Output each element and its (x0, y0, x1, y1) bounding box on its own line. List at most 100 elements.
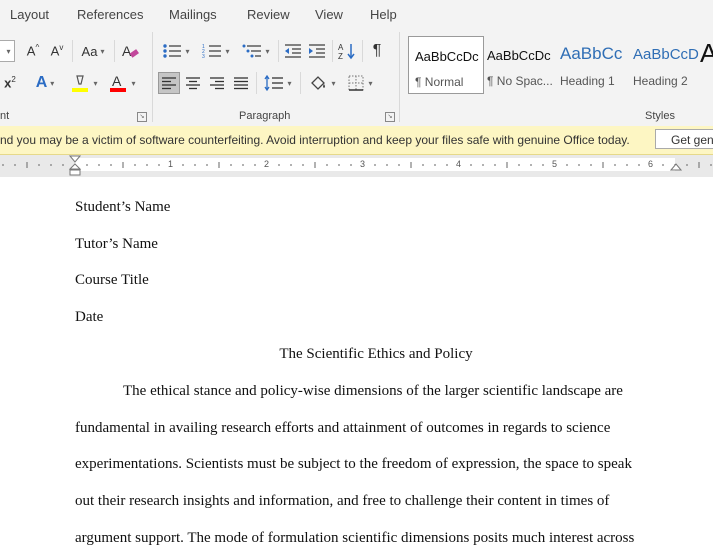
svg-text:Z: Z (338, 52, 343, 60)
student-name-line: Student’s Name (75, 199, 171, 215)
decrease-indent-icon (285, 44, 301, 58)
align-left-icon (162, 77, 176, 90)
get-genuine-office-button[interactable]: Get genu (655, 129, 713, 149)
show-formatting-marks-button[interactable]: ¶ (366, 40, 388, 62)
decrease-indent-button[interactable] (282, 40, 304, 62)
highlight-button[interactable]: ▾ (66, 72, 102, 94)
borders-icon (348, 75, 364, 91)
divider (332, 40, 333, 62)
ruler-number: 5 (552, 159, 558, 169)
tab-help[interactable]: Help (370, 7, 397, 22)
group-divider (152, 32, 153, 122)
numbering-button[interactable]: 1 2 3 ▾ (198, 40, 234, 62)
divider (114, 40, 115, 62)
tab-references[interactable]: References (77, 7, 143, 22)
sort-button[interactable]: AZ (336, 40, 358, 62)
styles-group-label: Styles (645, 110, 675, 122)
align-center-icon (186, 77, 200, 90)
style-heading-1[interactable]: AaBbCc Heading 1 (554, 36, 628, 92)
superscript-button[interactable]: x2 (0, 72, 20, 94)
shrink-font-button[interactable]: Av (46, 40, 68, 62)
ruler-number: 1 (168, 159, 174, 169)
tutor-name-line: Tutor’s Name (75, 236, 158, 252)
chevron-down-icon: ▾ (100, 46, 105, 56)
chevron-down-icon: ▾ (131, 78, 136, 88)
grow-font-icon: A^ (26, 43, 40, 59)
ruler-number: 3 (360, 159, 366, 169)
divider (72, 40, 73, 62)
borders-button[interactable]: ▾ (342, 72, 378, 94)
group-divider (399, 32, 400, 122)
body-line: out their research insights and informat… (75, 493, 610, 509)
font-dialog-launcher-icon[interactable]: ↘ (137, 112, 147, 122)
style-sample: AaBbCcDc (487, 48, 551, 63)
divider (362, 40, 363, 62)
date-line: Date (75, 309, 104, 325)
shading-button[interactable]: ▾ (304, 72, 340, 94)
style-sample: A (700, 38, 713, 68)
increase-indent-button[interactable] (306, 40, 328, 62)
tab-layout[interactable]: Layout (10, 7, 49, 22)
divider (278, 40, 279, 62)
style-name: Heading 1 (560, 74, 615, 88)
text-effects-button[interactable]: A ▾ (28, 72, 62, 94)
style-title[interactable]: A (700, 36, 713, 92)
body-line: fundamental in availing research efforts… (75, 420, 611, 436)
first-line-indent-marker-icon[interactable] (69, 155, 81, 177)
tab-review[interactable]: Review (247, 7, 290, 22)
multilevel-list-icon (242, 44, 262, 58)
font-color-button[interactable]: A ▾ (104, 72, 140, 94)
divider (300, 72, 301, 94)
line-spacing-button[interactable]: ▾ (260, 72, 296, 94)
clear-formatting-button[interactable]: A (118, 40, 142, 62)
bullets-icon (163, 44, 182, 58)
document-title: The Scientific Ethics and Policy (279, 346, 473, 362)
svg-text:3: 3 (202, 54, 205, 59)
tab-view[interactable]: View (315, 7, 343, 22)
svg-text:A: A (112, 73, 122, 89)
body-line: argument support. The mode of formulatio… (75, 530, 635, 546)
style-sample: AaBbCcDc (415, 49, 479, 64)
tab-mailings[interactable]: Mailings (169, 7, 217, 22)
chevron-down-icon: ▾ (185, 46, 190, 56)
grow-font-button[interactable]: A^ (22, 40, 44, 62)
style-heading-2[interactable]: AaBbCcD Heading 2 (627, 36, 701, 92)
bullets-button[interactable]: ▾ (158, 40, 194, 62)
align-right-button[interactable] (206, 72, 228, 94)
align-center-button[interactable] (182, 72, 204, 94)
font-color-icon: A (110, 73, 127, 92)
paragraph-dialog-launcher-icon[interactable]: ↘ (385, 112, 395, 122)
font-size-dropdown[interactable]: ▾ (0, 40, 15, 62)
ruler-ticks (2, 162, 712, 168)
clear-formatting-icon: A (122, 43, 139, 59)
body-line: experimentations. Scientists must be sub… (75, 456, 632, 472)
align-left-button[interactable] (158, 72, 180, 94)
shrink-font-icon: Av (50, 43, 64, 59)
justify-icon (234, 77, 248, 90)
divider (256, 72, 257, 94)
style-sample: AaBbCcD (633, 46, 699, 63)
license-warning-bar: nd you may be a victim of software count… (0, 126, 713, 155)
body-line: The ethical stance and policy-wise dimen… (123, 383, 623, 399)
highlight-swatch (72, 88, 89, 92)
style-no-spacing[interactable]: AaBbCcDc ¶ No Spac... (481, 36, 555, 92)
change-case-button[interactable]: Aa ▾ (76, 40, 110, 62)
sort-icon: AZ (338, 43, 355, 60)
style-name: Heading 2 (633, 74, 688, 88)
numbering-icon: 123 (202, 44, 222, 59)
style-sample: AaBbCc (560, 44, 623, 63)
right-indent-marker-icon[interactable] (670, 155, 682, 177)
svg-text:A: A (122, 43, 132, 59)
align-right-icon (210, 77, 224, 90)
text-effects-icon: A (35, 74, 48, 91)
style-normal[interactable]: AaBbCcDc ¶ Normal (408, 36, 484, 94)
justify-button[interactable] (230, 72, 252, 94)
ruler-number: 2 (264, 159, 270, 169)
horizontal-ruler[interactable]: 1 2 3 4 5 6 (0, 155, 713, 177)
multilevel-list-button[interactable]: ▾ (238, 40, 274, 62)
chevron-down-icon: ▾ (265, 46, 270, 56)
pilcrow-icon: ¶ (372, 42, 382, 59)
style-name: ¶ No Spac... (487, 74, 553, 88)
document-page[interactable]: Student’s Name Tutor’s Name Course Title… (0, 177, 713, 554)
ruler-number: 4 (456, 159, 462, 169)
